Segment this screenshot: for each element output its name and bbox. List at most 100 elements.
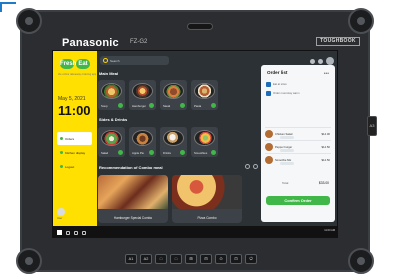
side-card-smoothies[interactable]: Smoothies [191, 127, 218, 157]
section-sides-title: Sides & Drinks [99, 117, 128, 122]
search-icon[interactable] [66, 230, 70, 235]
total-label: Total [282, 181, 289, 185]
arrow-right-icon[interactable] [253, 164, 258, 169]
add-icon[interactable] [118, 150, 123, 155]
hardware-button-a1[interactable]: A1 [125, 254, 137, 264]
corner-bumper [348, 8, 374, 34]
order-thumbnail [265, 156, 273, 164]
meal-label: Pasta [194, 104, 202, 108]
task-view-icon[interactable] [74, 230, 78, 235]
product-photo: Panasonic FZ-G2 TOUGHBOOK A3 Fresh Eat th… [0, 0, 394, 274]
section-main-meal-title: Main Meal [99, 71, 119, 76]
option-warm[interactable]: Order must stay warm [266, 91, 299, 96]
power-button[interactable]: ⏻ [245, 254, 257, 264]
order-items: Chicken Salad $14.00 Pepper burger $14.50 … [265, 127, 331, 166]
order-panel: Order list ••• Eat at store Order must s… [261, 65, 335, 222]
checkbox-icon[interactable] [266, 82, 271, 87]
side-card-salad[interactable]: Salad [98, 127, 125, 157]
hardware-button-a2[interactable]: A2 [140, 254, 152, 264]
app-logo: Fresh Eat [58, 56, 90, 70]
more-options-icon[interactable]: ••• [324, 71, 329, 77]
nav-kitchen[interactable]: Kitchen display [57, 146, 92, 159]
search-bar[interactable]: Search [100, 56, 169, 65]
date-label: May 5, 2021 [58, 96, 86, 102]
combo-arrows [245, 164, 258, 169]
nav-logout[interactable]: Logout [57, 160, 92, 173]
hardware-button[interactable]: □ [155, 254, 167, 264]
steak-image [163, 83, 184, 99]
add-icon[interactable] [211, 103, 216, 108]
checkbox-icon[interactable] [266, 91, 271, 96]
hardware-button[interactable]: ⊡ [230, 254, 242, 264]
total-price: $33.00 [318, 181, 329, 185]
add-icon[interactable] [149, 103, 154, 108]
settings-icon[interactable] [310, 58, 315, 64]
side-card-apple-pie[interactable]: Apple Pie [129, 127, 156, 157]
hardware-button[interactable]: ⊟ [200, 254, 212, 264]
side-button-a3[interactable]: A3 [367, 116, 377, 136]
search-placeholder: Search [110, 58, 120, 63]
tagline: the online takeaway ordering app [58, 73, 97, 76]
combo-card-hamburger[interactable]: Hamburger Special Combo [98, 175, 168, 223]
drinks-image [163, 130, 184, 146]
sides-grid: Salad Apple Pie Drinks Smoothies [98, 127, 218, 157]
combo-label: Hamburger Special Combo [113, 216, 153, 220]
taskbar-clock: 11:00 AM [324, 229, 335, 232]
pizza-combo-image [172, 175, 242, 209]
order-thumbnail [265, 130, 273, 138]
meal-label: Steak [163, 104, 171, 108]
section-combo-title: Recommendation of Combo meal [99, 165, 163, 170]
add-icon[interactable] [149, 150, 154, 155]
hamburger-combo-image [98, 175, 168, 209]
meal-card-hamburger[interactable]: Hamburger [129, 80, 156, 110]
order-item[interactable]: Smoothie Mix $14.50 [265, 153, 331, 166]
hardware-button[interactable]: ⊙ [215, 254, 227, 264]
time-label: 11:00 [58, 103, 91, 118]
order-thumbnail [265, 143, 273, 151]
side-card-drinks[interactable]: Drinks [160, 127, 187, 157]
combo-grid: Hamburger Special Combo Pizza Combo [98, 175, 242, 223]
meal-card-steak[interactable]: Steak [160, 80, 187, 110]
windows-taskbar: 11:00 AM [53, 226, 337, 237]
folder-icon[interactable] [82, 230, 86, 235]
arrow-left-icon[interactable] [245, 164, 250, 169]
meal-label: Soup [101, 104, 108, 108]
nav-orders[interactable]: Orders [57, 132, 92, 145]
windows-button[interactable]: ⊞ [185, 254, 197, 264]
hamburger-image [132, 83, 153, 99]
notification-icon[interactable] [318, 58, 323, 64]
main-meal-grid: Soup Hamburger Steak Pasta [98, 80, 218, 110]
side-label: Drinks [163, 151, 171, 155]
order-item[interactable]: Pepper burger $14.50 [265, 140, 331, 153]
option-eat-store[interactable]: Eat at store [266, 82, 287, 87]
left-panel: Fresh Eat the online takeaway ordering ap… [53, 51, 97, 226]
quantity-stepper[interactable] [280, 162, 294, 165]
quantity-stepper[interactable] [280, 149, 294, 152]
kitchen-icon [60, 151, 63, 154]
camera [187, 23, 213, 30]
meal-card-soup[interactable]: Soup [98, 80, 125, 110]
combo-label: Pizza Combo [197, 216, 217, 220]
add-icon[interactable] [211, 150, 216, 155]
meal-label: Hamburger [132, 104, 146, 108]
windows-start-icon[interactable] [57, 230, 62, 235]
corner-bumper [16, 248, 42, 274]
add-icon[interactable] [180, 103, 185, 108]
hardware-button[interactable]: □ [170, 254, 182, 264]
profile-avatar[interactable] [326, 57, 334, 65]
confirm-order-button[interactable]: Confirm Order [266, 196, 330, 205]
quantity-stepper[interactable] [280, 136, 294, 139]
combo-card-pizza[interactable]: Pizza Combo [172, 175, 242, 223]
item-price: $14.00 [321, 132, 330, 136]
add-icon[interactable] [118, 103, 123, 108]
model-name: FZ-G2 [130, 39, 148, 45]
main-menu: Search Main Meal Soup Hamburger Steak Pa… [97, 51, 337, 226]
user-avatar[interactable] [57, 208, 65, 216]
side-label: Apple Pie [132, 151, 144, 155]
corner-bumper [16, 8, 42, 34]
salad-image [101, 130, 122, 146]
option-label: Order must stay warm [273, 92, 300, 95]
meal-card-pasta[interactable]: Pasta [191, 80, 218, 110]
order-item[interactable]: Chicken Salad $14.00 [265, 127, 331, 140]
add-icon[interactable] [180, 150, 185, 155]
